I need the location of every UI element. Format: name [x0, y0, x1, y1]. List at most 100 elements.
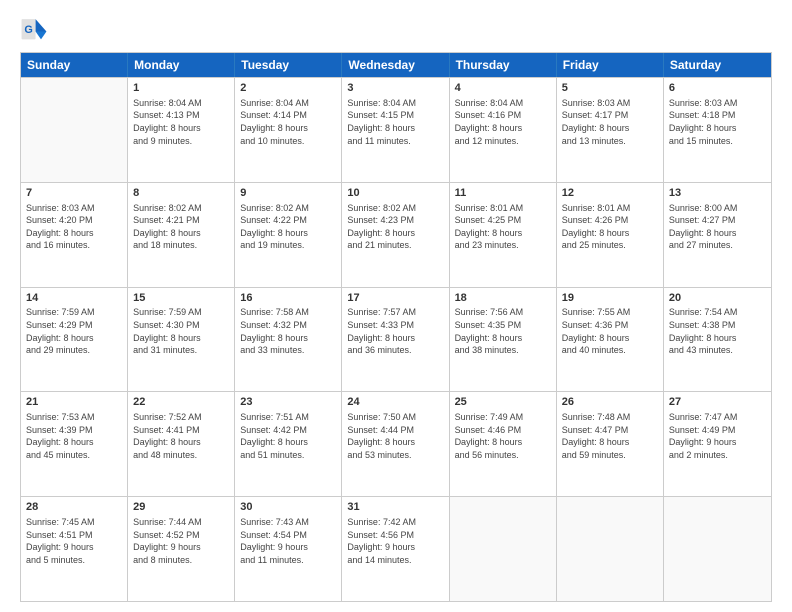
day-number: 28	[26, 500, 122, 515]
calendar-cell: 16Sunrise: 7:58 AM Sunset: 4:32 PM Dayli…	[235, 288, 342, 392]
calendar-body: 1Sunrise: 8:04 AM Sunset: 4:13 PM Daylig…	[21, 77, 771, 601]
day-header-sunday: Sunday	[21, 53, 128, 77]
calendar-cell: 24Sunrise: 7:50 AM Sunset: 4:44 PM Dayli…	[342, 392, 449, 496]
calendar-cell: 30Sunrise: 7:43 AM Sunset: 4:54 PM Dayli…	[235, 497, 342, 601]
day-number: 26	[562, 395, 658, 410]
header: G	[20, 16, 772, 44]
day-number: 19	[562, 291, 658, 306]
cell-info: Sunrise: 7:58 AM Sunset: 4:32 PM Dayligh…	[240, 306, 336, 356]
cell-info: Sunrise: 8:04 AM Sunset: 4:16 PM Dayligh…	[455, 97, 551, 147]
calendar-cell: 20Sunrise: 7:54 AM Sunset: 4:38 PM Dayli…	[664, 288, 771, 392]
cell-info: Sunrise: 7:54 AM Sunset: 4:38 PM Dayligh…	[669, 306, 766, 356]
day-number: 5	[562, 81, 658, 96]
calendar-cell	[450, 497, 557, 601]
cell-info: Sunrise: 7:45 AM Sunset: 4:51 PM Dayligh…	[26, 516, 122, 566]
day-header-friday: Friday	[557, 53, 664, 77]
calendar-week-5: 28Sunrise: 7:45 AM Sunset: 4:51 PM Dayli…	[21, 496, 771, 601]
day-header-tuesday: Tuesday	[235, 53, 342, 77]
cell-info: Sunrise: 7:42 AM Sunset: 4:56 PM Dayligh…	[347, 516, 443, 566]
cell-info: Sunrise: 7:56 AM Sunset: 4:35 PM Dayligh…	[455, 306, 551, 356]
day-number: 24	[347, 395, 443, 410]
calendar-cell: 13Sunrise: 8:00 AM Sunset: 4:27 PM Dayli…	[664, 183, 771, 287]
day-number: 10	[347, 186, 443, 201]
calendar-cell: 18Sunrise: 7:56 AM Sunset: 4:35 PM Dayli…	[450, 288, 557, 392]
cell-info: Sunrise: 8:03 AM Sunset: 4:18 PM Dayligh…	[669, 97, 766, 147]
calendar-week-1: 1Sunrise: 8:04 AM Sunset: 4:13 PM Daylig…	[21, 77, 771, 182]
day-number: 15	[133, 291, 229, 306]
day-number: 30	[240, 500, 336, 515]
day-number: 3	[347, 81, 443, 96]
cell-info: Sunrise: 8:02 AM Sunset: 4:22 PM Dayligh…	[240, 202, 336, 252]
calendar-week-3: 14Sunrise: 7:59 AM Sunset: 4:29 PM Dayli…	[21, 287, 771, 392]
calendar-cell: 27Sunrise: 7:47 AM Sunset: 4:49 PM Dayli…	[664, 392, 771, 496]
day-number: 4	[455, 81, 551, 96]
calendar-cell: 23Sunrise: 7:51 AM Sunset: 4:42 PM Dayli…	[235, 392, 342, 496]
day-number: 13	[669, 186, 766, 201]
day-header-wednesday: Wednesday	[342, 53, 449, 77]
day-number: 6	[669, 81, 766, 96]
calendar-cell: 26Sunrise: 7:48 AM Sunset: 4:47 PM Dayli…	[557, 392, 664, 496]
calendar-cell	[557, 497, 664, 601]
day-number: 20	[669, 291, 766, 306]
cell-info: Sunrise: 8:02 AM Sunset: 4:21 PM Dayligh…	[133, 202, 229, 252]
calendar-cell: 21Sunrise: 7:53 AM Sunset: 4:39 PM Dayli…	[21, 392, 128, 496]
calendar-cell: 17Sunrise: 7:57 AM Sunset: 4:33 PM Dayli…	[342, 288, 449, 392]
day-number: 27	[669, 395, 766, 410]
calendar-cell	[664, 497, 771, 601]
calendar-cell: 5Sunrise: 8:03 AM Sunset: 4:17 PM Daylig…	[557, 78, 664, 182]
calendar-cell: 29Sunrise: 7:44 AM Sunset: 4:52 PM Dayli…	[128, 497, 235, 601]
day-number: 11	[455, 186, 551, 201]
calendar-cell: 6Sunrise: 8:03 AM Sunset: 4:18 PM Daylig…	[664, 78, 771, 182]
calendar-cell: 10Sunrise: 8:02 AM Sunset: 4:23 PM Dayli…	[342, 183, 449, 287]
calendar-cell: 14Sunrise: 7:59 AM Sunset: 4:29 PM Dayli…	[21, 288, 128, 392]
calendar-week-4: 21Sunrise: 7:53 AM Sunset: 4:39 PM Dayli…	[21, 391, 771, 496]
cell-info: Sunrise: 8:03 AM Sunset: 4:17 PM Dayligh…	[562, 97, 658, 147]
cell-info: Sunrise: 8:01 AM Sunset: 4:25 PM Dayligh…	[455, 202, 551, 252]
day-number: 16	[240, 291, 336, 306]
calendar-cell: 19Sunrise: 7:55 AM Sunset: 4:36 PM Dayli…	[557, 288, 664, 392]
day-header-monday: Monday	[128, 53, 235, 77]
calendar-cell: 2Sunrise: 8:04 AM Sunset: 4:14 PM Daylig…	[235, 78, 342, 182]
cell-info: Sunrise: 7:52 AM Sunset: 4:41 PM Dayligh…	[133, 411, 229, 461]
cell-info: Sunrise: 7:51 AM Sunset: 4:42 PM Dayligh…	[240, 411, 336, 461]
cell-info: Sunrise: 7:57 AM Sunset: 4:33 PM Dayligh…	[347, 306, 443, 356]
calendar-cell	[21, 78, 128, 182]
svg-text:G: G	[24, 24, 32, 36]
day-number: 25	[455, 395, 551, 410]
day-number: 18	[455, 291, 551, 306]
day-number: 29	[133, 500, 229, 515]
cell-info: Sunrise: 8:01 AM Sunset: 4:26 PM Dayligh…	[562, 202, 658, 252]
calendar: SundayMondayTuesdayWednesdayThursdayFrid…	[20, 52, 772, 602]
day-header-saturday: Saturday	[664, 53, 771, 77]
calendar-cell: 11Sunrise: 8:01 AM Sunset: 4:25 PM Dayli…	[450, 183, 557, 287]
calendar-header: SundayMondayTuesdayWednesdayThursdayFrid…	[21, 53, 771, 77]
cell-info: Sunrise: 8:00 AM Sunset: 4:27 PM Dayligh…	[669, 202, 766, 252]
cell-info: Sunrise: 8:04 AM Sunset: 4:14 PM Dayligh…	[240, 97, 336, 147]
day-number: 12	[562, 186, 658, 201]
cell-info: Sunrise: 8:02 AM Sunset: 4:23 PM Dayligh…	[347, 202, 443, 252]
day-number: 21	[26, 395, 122, 410]
cell-info: Sunrise: 7:49 AM Sunset: 4:46 PM Dayligh…	[455, 411, 551, 461]
day-number: 8	[133, 186, 229, 201]
cell-info: Sunrise: 7:43 AM Sunset: 4:54 PM Dayligh…	[240, 516, 336, 566]
cell-info: Sunrise: 8:04 AM Sunset: 4:15 PM Dayligh…	[347, 97, 443, 147]
day-number: 22	[133, 395, 229, 410]
logo-icon: G	[20, 16, 48, 44]
calendar-cell: 9Sunrise: 8:02 AM Sunset: 4:22 PM Daylig…	[235, 183, 342, 287]
day-number: 7	[26, 186, 122, 201]
calendar-cell: 25Sunrise: 7:49 AM Sunset: 4:46 PM Dayli…	[450, 392, 557, 496]
day-number: 9	[240, 186, 336, 201]
calendar-week-2: 7Sunrise: 8:03 AM Sunset: 4:20 PM Daylig…	[21, 182, 771, 287]
calendar-cell: 4Sunrise: 8:04 AM Sunset: 4:16 PM Daylig…	[450, 78, 557, 182]
calendar-cell: 31Sunrise: 7:42 AM Sunset: 4:56 PM Dayli…	[342, 497, 449, 601]
day-number: 14	[26, 291, 122, 306]
logo: G	[20, 16, 52, 44]
cell-info: Sunrise: 7:59 AM Sunset: 4:29 PM Dayligh…	[26, 306, 122, 356]
day-number: 1	[133, 81, 229, 96]
cell-info: Sunrise: 7:55 AM Sunset: 4:36 PM Dayligh…	[562, 306, 658, 356]
cell-info: Sunrise: 7:59 AM Sunset: 4:30 PM Dayligh…	[133, 306, 229, 356]
day-header-thursday: Thursday	[450, 53, 557, 77]
cell-info: Sunrise: 7:44 AM Sunset: 4:52 PM Dayligh…	[133, 516, 229, 566]
calendar-cell: 28Sunrise: 7:45 AM Sunset: 4:51 PM Dayli…	[21, 497, 128, 601]
day-number: 23	[240, 395, 336, 410]
